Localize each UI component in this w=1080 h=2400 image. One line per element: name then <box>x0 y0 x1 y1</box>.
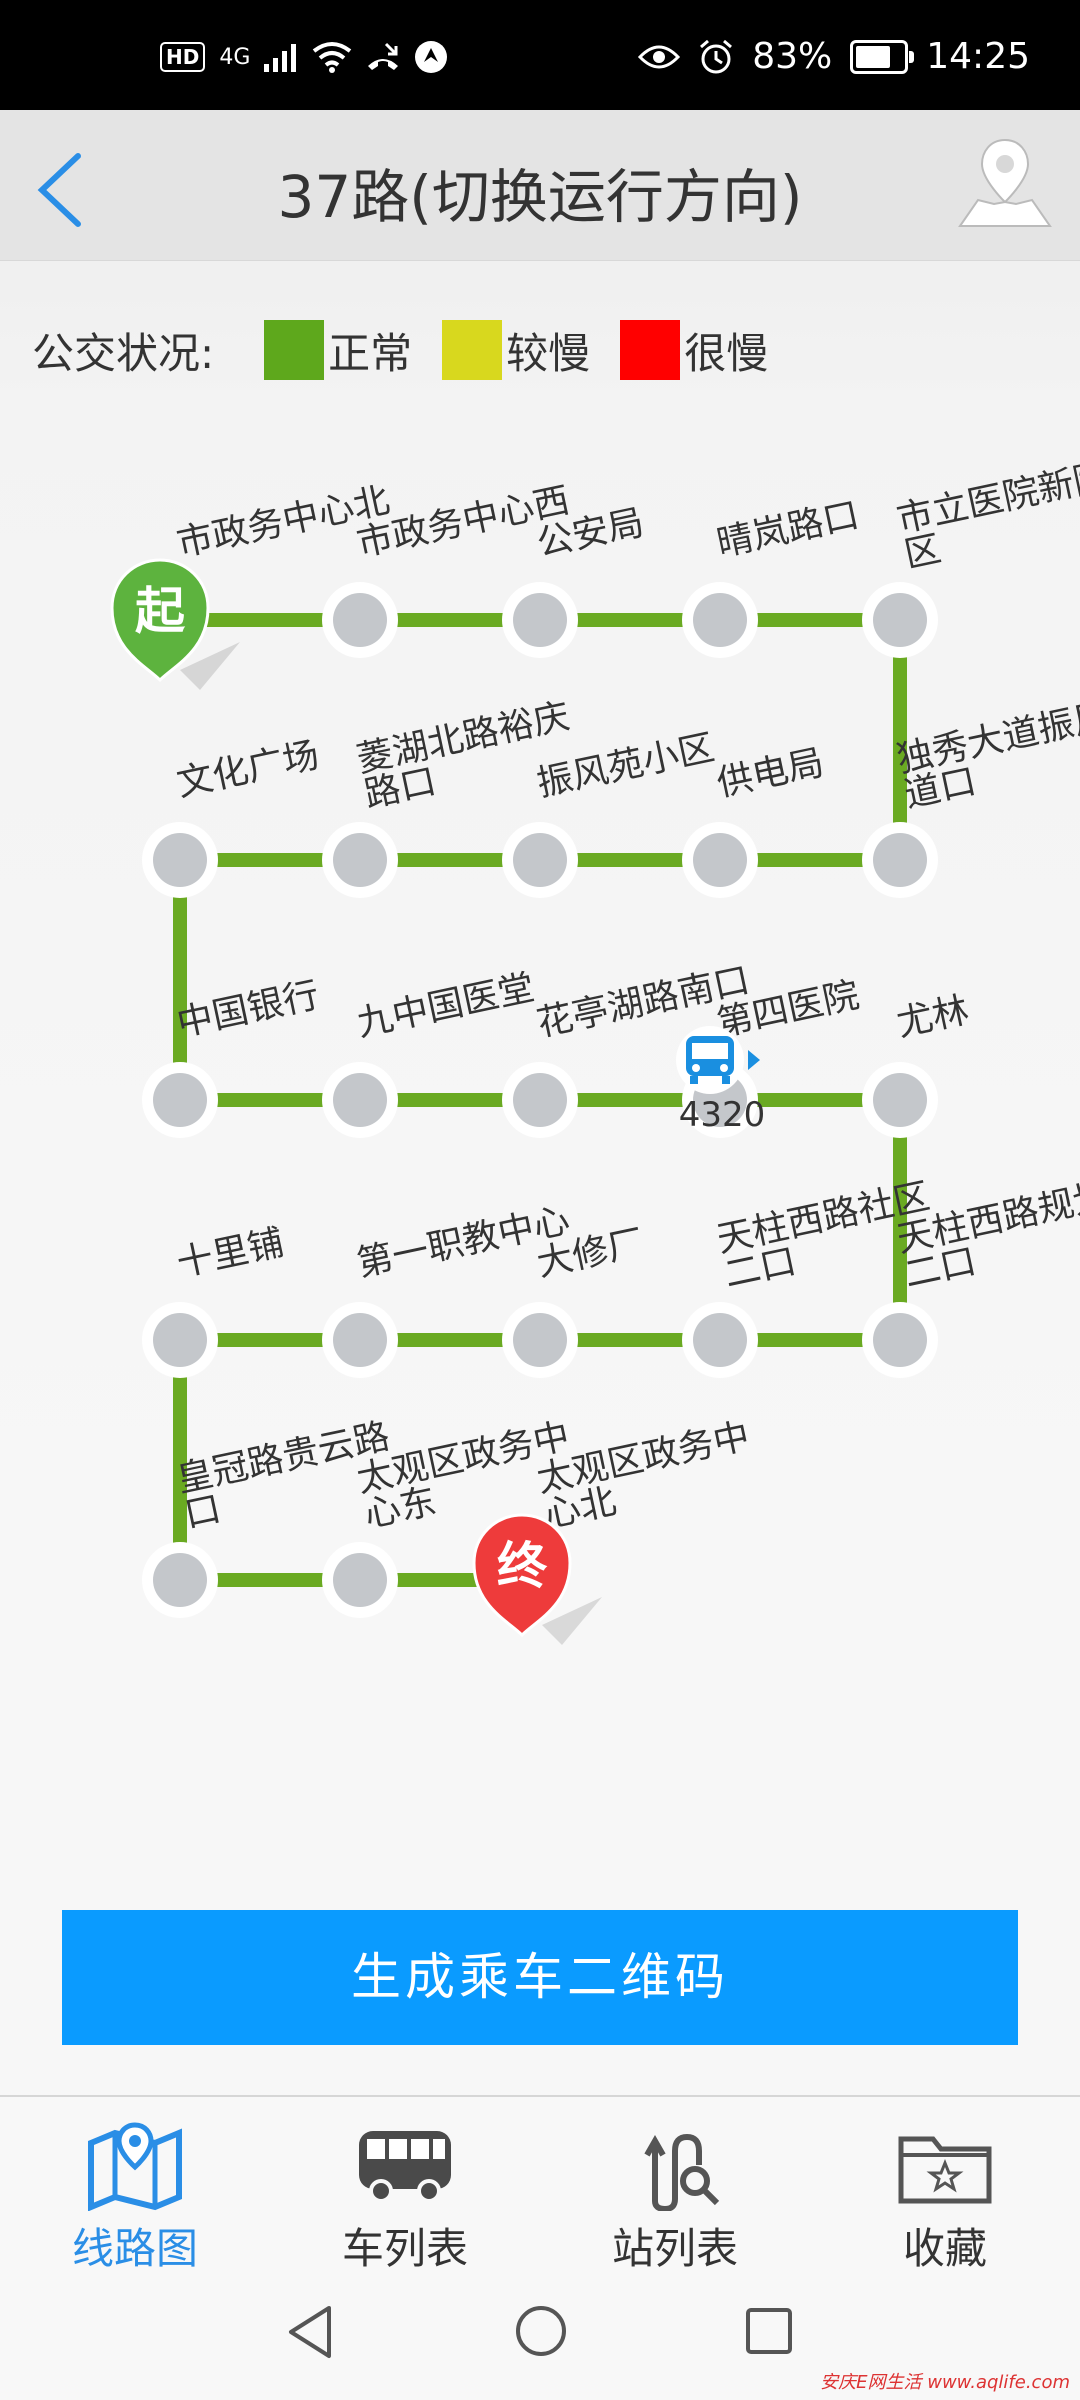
stop-node[interactable] <box>502 582 578 658</box>
station-search-icon <box>644 2133 720 2211</box>
route-map-icon <box>88 2122 182 2211</box>
hd-badge: HD <box>160 42 206 72</box>
legend-label: 较慢 <box>506 328 591 378</box>
stop-label[interactable]: 九中国医堂 <box>353 967 538 1045</box>
home-circle-icon[interactable] <box>514 2304 568 2358</box>
status-bar: HD 4G 83% 14:25 <box>0 0 1080 110</box>
status-right: 83% 14:25 <box>638 36 1030 77</box>
stop-node[interactable] <box>862 1062 938 1138</box>
stop-node[interactable] <box>322 822 398 898</box>
legend-label: 很慢 <box>684 328 769 378</box>
signal-icon <box>264 44 297 72</box>
tab-favorites[interactable]: 收藏 <box>810 2097 1080 2273</box>
stop-label[interactable]: 独秀大道振风道口 <box>893 696 1080 816</box>
back-triangle-icon[interactable] <box>285 2304 335 2360</box>
legend-caption: 公交状况: <box>32 328 215 378</box>
end-marker: 终 <box>472 1513 602 1645</box>
watermark: 安庆E网生活 www.aqlife.com <box>820 2372 1070 2393</box>
stop-node[interactable] <box>502 822 578 898</box>
alarm-icon <box>700 39 733 73</box>
stop-node[interactable] <box>142 1302 218 1378</box>
tab-bus-list[interactable]: 车列表 <box>270 2097 540 2273</box>
stop-node[interactable] <box>142 822 218 898</box>
start-marker-label: 起 <box>135 582 186 640</box>
stop-node[interactable] <box>322 1302 398 1378</box>
stop-label[interactable]: 中国银行 <box>173 975 322 1045</box>
status-left: HD 4G <box>160 40 448 74</box>
battery-percent: 83% <box>752 36 833 77</box>
route-map: 市政务中心北市政务中心西公安局 晴岚路口 市立医院新院区独秀大道振风道口供电局振风苑… <box>110 456 1080 1645</box>
stop-node[interactable] <box>502 1302 578 1378</box>
tab-label: 站列表 <box>611 2224 738 2273</box>
stop-node[interactable] <box>322 1062 398 1138</box>
stop-node[interactable] <box>502 1062 578 1138</box>
bottom-tab-bar: 线路图 车列表 站列表 收藏 <box>0 2095 1080 2273</box>
stop-node[interactable] <box>142 1542 218 1618</box>
stop-node[interactable] <box>682 1302 758 1378</box>
stop-label[interactable]: 文化广场 <box>173 735 322 805</box>
tab-label: 收藏 <box>902 2224 987 2273</box>
stop-node[interactable] <box>322 1542 398 1618</box>
legend-item-very-slow: 很慢 <box>620 320 768 381</box>
bus-number: 4320 <box>679 1095 766 1135</box>
tab-station-list[interactable]: 站列表 <box>540 2097 810 2273</box>
tab-label: 车列表 <box>341 2224 468 2273</box>
legend-swatch-slow <box>442 320 503 380</box>
stop-node[interactable] <box>862 582 938 658</box>
app-icon <box>415 41 448 73</box>
tab-route-map[interactable]: 线路图 <box>0 2097 270 2273</box>
map-pin-icon[interactable] <box>950 130 1060 240</box>
app-header: 37路(切换运行方向) <box>0 110 1080 261</box>
stop-node[interactable] <box>862 822 938 898</box>
recents-square-icon[interactable] <box>744 2306 794 2356</box>
call-icon <box>368 42 399 70</box>
legend-item-slow: 较慢 <box>442 320 590 381</box>
stop-label[interactable]: 尤林 <box>893 990 972 1045</box>
stop-node[interactable] <box>862 1302 938 1378</box>
end-marker-label: 终 <box>497 1537 548 1595</box>
stop-label[interactable]: 振风苑小区 <box>533 727 718 805</box>
battery-icon <box>850 39 915 74</box>
clock: 14:25 <box>926 36 1030 77</box>
eye-icon <box>638 45 681 68</box>
stop-node[interactable] <box>682 822 758 898</box>
legend-swatch-very-slow <box>620 320 681 380</box>
legend-swatch-normal <box>264 320 325 380</box>
stop-label[interactable]: 晴岚路口 <box>713 495 862 565</box>
system-nav-bar: 安庆E网生活 www.aqlife.com <box>0 2270 1080 2400</box>
page-title[interactable]: 37路(切换运行方向) <box>0 150 1080 234</box>
stop-label[interactable]: 市立医院新院区 <box>893 456 1080 576</box>
network-type: 4G <box>219 44 251 70</box>
generate-qr-button[interactable]: 生成乘车二维码 <box>62 1910 1018 2045</box>
stop-label[interactable]: 十里铺 <box>173 1222 287 1285</box>
stop-label[interactable]: 供电局 <box>713 742 827 805</box>
stop-node[interactable] <box>682 582 758 658</box>
stop-node[interactable] <box>322 582 398 658</box>
legend-label: 正常 <box>328 328 413 378</box>
stop-node[interactable] <box>142 1062 218 1138</box>
bus-list-icon <box>359 2131 451 2203</box>
wifi-icon <box>313 42 352 73</box>
traffic-legend: 公交状况: 正常 较慢 很慢 <box>32 320 798 380</box>
tab-label: 线路图 <box>71 2224 198 2273</box>
favorite-folder-icon <box>898 2136 992 2204</box>
legend-item-normal: 正常 <box>264 320 412 381</box>
